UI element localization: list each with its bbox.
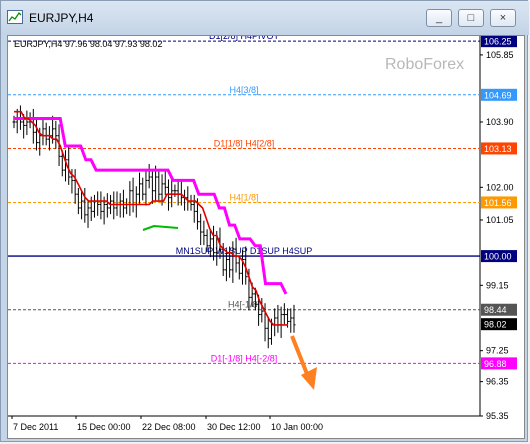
price-tick-label: 95.35 xyxy=(486,411,509,421)
price-tick-label: 99.15 xyxy=(486,280,509,290)
date-tick-label: 15 Dec 00:00 xyxy=(77,422,131,432)
price-tick-label: 97.25 xyxy=(486,346,509,356)
chart-window-icon xyxy=(7,10,23,24)
price-badge-label: 104.69 xyxy=(484,90,512,100)
level-label: H4[1/8] xyxy=(229,192,258,202)
price-chart[interactable]: EURJPY,H4 97.96 98.04 97.93 98.02 RoboFo… xyxy=(8,36,524,438)
chart-background xyxy=(8,36,524,438)
level-label: H4[3/8] xyxy=(229,85,258,95)
price-tick-label: 105.85 xyxy=(486,50,514,60)
maximize-button[interactable]: □ xyxy=(458,9,484,27)
title-bar[interactable]: EURJPY,H4 _ □ × xyxy=(1,1,529,35)
price-badge-label: 98.44 xyxy=(484,305,507,315)
symbol-info: EURJPY,H4 97.96 98.04 97.93 98.02 xyxy=(14,39,162,49)
price-badge-label: 101.56 xyxy=(484,198,512,208)
date-tick-label: 10 Jan 00:00 xyxy=(271,422,323,432)
price-badge-label: 100.00 xyxy=(484,252,512,262)
chart-window: EURJPY,H4 _ □ × EURJPY,H4 97.96 98.04 97… xyxy=(0,0,529,442)
date-tick-label: 30 Dec 12:00 xyxy=(207,422,261,432)
close-button[interactable]: × xyxy=(490,9,516,27)
price-tick-label: 101.05 xyxy=(486,215,514,225)
price-badge-label: 103.13 xyxy=(484,144,512,154)
price-badge-label: 96.88 xyxy=(484,359,507,369)
price-badge-label: 106.25 xyxy=(484,37,512,47)
level-label: D1[2/8] H4PIVOT xyxy=(209,36,280,41)
level-label: D1[1/8] H4[2/8] xyxy=(214,138,275,148)
level-label: MN1SUP W1SUP D1SUP H4SUP xyxy=(176,246,313,256)
date-tick-label: 22 Dec 08:00 xyxy=(142,422,196,432)
level-label: D1[-1/8] H4[-2/8] xyxy=(211,353,278,363)
current-price-label: 98.02 xyxy=(484,320,507,330)
watermark: RoboForex xyxy=(385,56,464,73)
chart-area[interactable]: EURJPY,H4 97.96 98.04 97.93 98.02 RoboFo… xyxy=(7,35,525,439)
price-tick-label: 96.35 xyxy=(486,377,509,387)
window-title: EURJPY,H4 xyxy=(29,11,94,25)
price-tick-label: 102.00 xyxy=(486,182,514,192)
price-tick-label: 103.90 xyxy=(486,117,514,127)
minimize-button[interactable]: _ xyxy=(426,9,452,27)
date-tick-label: 7 Dec 2011 xyxy=(13,422,58,432)
